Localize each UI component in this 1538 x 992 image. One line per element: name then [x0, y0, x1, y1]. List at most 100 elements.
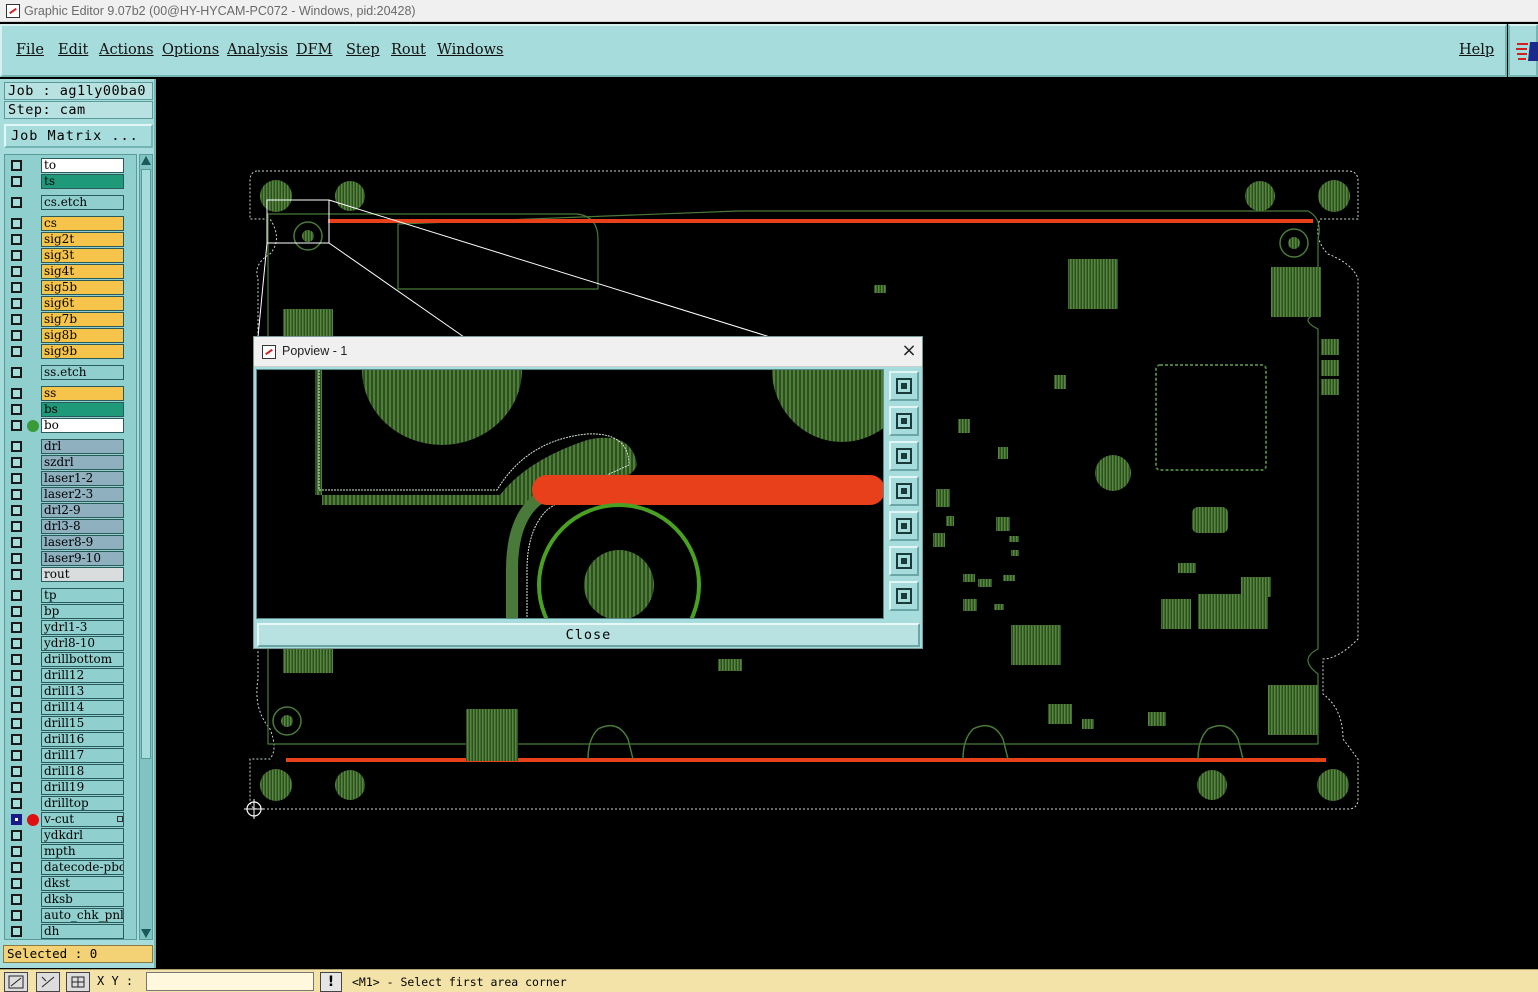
- layer-row[interactable]: laser9-10: [5, 551, 136, 566]
- menu-step[interactable]: Step: [346, 42, 380, 58]
- layer-name[interactable]: ydrl1-3: [41, 620, 124, 635]
- layer-row[interactable]: rout: [5, 567, 136, 582]
- menu-analysis[interactable]: Analysis: [227, 42, 288, 58]
- layer-name[interactable]: drl: [41, 439, 124, 454]
- pan-right-button[interactable]: [889, 511, 919, 541]
- layer-name[interactable]: sig2t: [41, 232, 124, 247]
- layer-checkbox[interactable]: [11, 830, 22, 841]
- pan-left-button[interactable]: [889, 476, 919, 506]
- layer-name[interactable]: sig3t: [41, 248, 124, 263]
- layer-checkbox[interactable]: [11, 766, 22, 777]
- layer-row[interactable]: drill14: [5, 700, 136, 715]
- layer-row[interactable]: drill13: [5, 684, 136, 699]
- popview-close-button[interactable]: Close: [257, 623, 920, 647]
- layer-checkbox[interactable]: [11, 420, 22, 431]
- layer-row[interactable]: sig6t: [5, 296, 136, 311]
- layer-row[interactable]: ss: [5, 386, 136, 401]
- layer-checkbox[interactable]: [11, 346, 22, 357]
- snap-button[interactable]: [36, 972, 60, 992]
- menu-edit[interactable]: Edit: [58, 42, 88, 58]
- layer-checkbox[interactable]: [11, 250, 22, 261]
- layer-row[interactable]: sig3t: [5, 248, 136, 263]
- layer-checkbox[interactable]: [11, 569, 22, 580]
- layer-checkbox[interactable]: [11, 798, 22, 809]
- layer-name[interactable]: to: [41, 158, 124, 173]
- layer-name[interactable]: datecode-pbc: [41, 860, 124, 875]
- layer-row[interactable]: drill15: [5, 716, 136, 731]
- layer-checkbox[interactable]: [11, 330, 22, 341]
- layer-list-scrollbar[interactable]: [139, 154, 153, 940]
- layer-name[interactable]: laser1-2: [41, 471, 124, 486]
- layer-row[interactable]: drilltop: [5, 796, 136, 811]
- layer-checkbox[interactable]: [11, 218, 22, 229]
- layer-row[interactable]: v-cut: [5, 812, 136, 827]
- layer-row[interactable]: bp: [5, 604, 136, 619]
- layer-name[interactable]: drill18: [41, 764, 124, 779]
- layer-checkbox[interactable]: [11, 473, 22, 484]
- layer-name[interactable]: drill13: [41, 684, 124, 699]
- layer-checkbox[interactable]: [11, 590, 22, 601]
- layer-row[interactable]: mpth: [5, 844, 136, 859]
- layer-checkbox[interactable]: [11, 388, 22, 399]
- layer-name[interactable]: laser2-3: [41, 487, 124, 502]
- layer-name[interactable]: rout: [41, 567, 124, 582]
- layer-row[interactable]: sig7b: [5, 312, 136, 327]
- layer-row[interactable]: drl3-8: [5, 519, 136, 534]
- layer-row[interactable]: dksb: [5, 892, 136, 907]
- layer-checkbox[interactable]: [11, 537, 22, 548]
- layer-checkbox[interactable]: [11, 553, 22, 564]
- scroll-down-icon[interactable]: [141, 929, 151, 938]
- layer-checkbox[interactable]: [11, 894, 22, 905]
- layer-name[interactable]: dkst: [41, 876, 124, 891]
- layer-checkbox[interactable]: [11, 521, 22, 532]
- layer-name[interactable]: laser8-9: [41, 535, 124, 550]
- layer-checkbox[interactable]: [11, 489, 22, 500]
- layer-checkbox[interactable]: [11, 814, 22, 825]
- layer-row[interactable]: sig9b: [5, 344, 136, 359]
- layer-name[interactable]: bo: [41, 418, 124, 433]
- layer-checkbox[interactable]: [11, 878, 22, 889]
- menu-windows[interactable]: Windows: [437, 42, 504, 58]
- layer-name[interactable]: sig7b: [41, 312, 124, 327]
- layer-row[interactable]: ydkdrl: [5, 828, 136, 843]
- layer-checkbox[interactable]: [11, 234, 22, 245]
- layer-name[interactable]: drill16: [41, 732, 124, 747]
- zoom-home-button[interactable]: [889, 546, 919, 576]
- layer-row[interactable]: bo: [5, 418, 136, 433]
- measure-button[interactable]: [4, 972, 28, 992]
- layer-checkbox[interactable]: [11, 750, 22, 761]
- layer-checkbox[interactable]: [11, 266, 22, 277]
- layer-name[interactable]: drill15: [41, 716, 124, 731]
- layer-name[interactable]: drill14: [41, 700, 124, 715]
- menu-actions[interactable]: Actions: [99, 42, 154, 58]
- layer-row[interactable]: cs.etch: [5, 195, 136, 210]
- layer-name[interactable]: bs: [41, 402, 124, 417]
- layer-row[interactable]: szdrl: [5, 455, 136, 470]
- layer-name[interactable]: cs: [41, 216, 124, 231]
- popview-titlebar[interactable]: Popview - 1 ×: [254, 337, 922, 367]
- layer-checkbox[interactable]: [11, 441, 22, 452]
- layer-name[interactable]: drl2-9: [41, 503, 124, 518]
- layer-checkbox[interactable]: [11, 846, 22, 857]
- menu-dfm[interactable]: DFM: [296, 42, 333, 58]
- layer-row[interactable]: sig4t: [5, 264, 136, 279]
- layer-name[interactable]: drill19: [41, 780, 124, 795]
- layer-name[interactable]: drilltop: [41, 796, 124, 811]
- menu-options[interactable]: Options: [162, 42, 219, 58]
- layer-row[interactable]: drill19: [5, 780, 136, 795]
- layer-checkbox[interactable]: [11, 160, 22, 171]
- layer-checkbox[interactable]: [11, 734, 22, 745]
- layer-row[interactable]: drillbottom: [5, 652, 136, 667]
- layer-row[interactable]: sig2t: [5, 232, 136, 247]
- layer-row[interactable]: datecode-pbc: [5, 860, 136, 875]
- layer-row[interactable]: laser8-9: [5, 535, 136, 550]
- layer-name[interactable]: drillbottom: [41, 652, 124, 667]
- layer-name[interactable]: tp: [41, 588, 124, 603]
- layer-name[interactable]: laser9-10: [41, 551, 124, 566]
- layer-checkbox[interactable]: [11, 176, 22, 187]
- menu-help[interactable]: Help: [1459, 42, 1494, 58]
- zoom-window-button[interactable]: [889, 371, 919, 401]
- layer-checkbox[interactable]: [11, 718, 22, 729]
- layer-checkbox[interactable]: [11, 638, 22, 649]
- layer-checkbox[interactable]: [11, 622, 22, 633]
